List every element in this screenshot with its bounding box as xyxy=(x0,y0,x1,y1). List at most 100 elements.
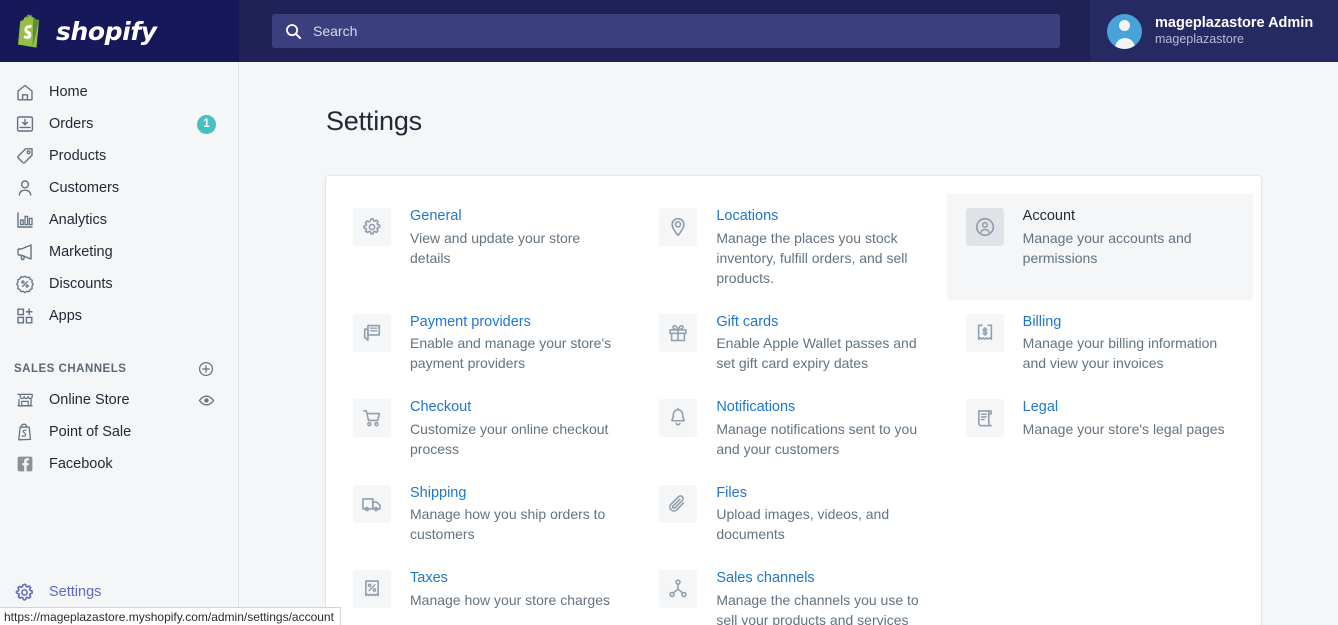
eye-icon[interactable] xyxy=(198,392,215,409)
settings-item-title: Notifications xyxy=(716,399,796,416)
settings-item-sales-channels[interactable]: Sales channels Manage the channels you u… xyxy=(640,556,946,625)
main-content: Settings General View and update your st… xyxy=(240,62,1338,625)
analytics-bars-icon xyxy=(14,210,35,231)
user-menu[interactable]: mageplazastore Admin mageplazastore xyxy=(1090,0,1338,62)
sidebar-item-label: Marketing xyxy=(49,244,113,260)
sidebar-item-apps[interactable]: Apps xyxy=(0,300,238,332)
settings-item-title: Locations xyxy=(716,208,779,224)
bell-icon xyxy=(659,399,698,438)
gear-icon xyxy=(14,582,35,603)
settings-item-billing[interactable]: Billing Manage your billing information … xyxy=(947,300,1253,386)
settings-item-legal[interactable]: Legal Manage your store's legal pages xyxy=(947,385,1253,471)
customers-person-icon xyxy=(14,178,35,199)
sidebar-item-point-of-sale[interactable]: Point of Sale xyxy=(0,416,238,448)
settings-item-text: Gift cards Enable Apple Wallet passes an… xyxy=(716,312,930,374)
settings-item-desc: Manage your accounts and permissions xyxy=(1022,229,1192,266)
paperclip-icon xyxy=(659,484,698,523)
settings-item-title: Shipping xyxy=(410,484,467,501)
settings-item-text: Account Manage your accounts and permiss… xyxy=(1023,206,1237,268)
cart-icon xyxy=(353,399,391,438)
settings-item-general[interactable]: General View and update your store detai… xyxy=(334,194,640,300)
legal-scroll-icon xyxy=(965,399,1004,438)
settings-item-title: Checkout xyxy=(410,399,472,416)
settings-item-title: Gift cards xyxy=(716,313,779,330)
settings-item-gift-cards[interactable]: Gift cards Enable Apple Wallet passes an… xyxy=(640,300,946,386)
sales-channels-node-icon xyxy=(659,570,698,609)
user-info: mageplazastore Admin mageplazastore xyxy=(1155,14,1313,48)
sidebar-item-products[interactable]: Products xyxy=(0,140,238,172)
settings-item-text: Files Upload images, videos, and documen… xyxy=(716,483,930,545)
orders-badge: 1 xyxy=(197,114,216,134)
sidebar-item-marketing[interactable]: Marketing xyxy=(0,236,238,268)
home-icon xyxy=(14,82,35,103)
search-input[interactable]: Search xyxy=(272,14,1060,48)
discounts-percent-icon xyxy=(14,274,35,295)
settings-item-text: Legal Manage your store's legal pages xyxy=(1023,397,1225,439)
settings-item-desc: Manage the channels you use to sell your… xyxy=(716,591,919,625)
settings-item-title: Billing xyxy=(1022,313,1062,330)
settings-item-notifications[interactable]: Notifications Manage notifications sent … xyxy=(640,385,946,471)
settings-item-files[interactable]: Files Upload images, videos, and documen… xyxy=(640,471,946,557)
page-title: Settings xyxy=(326,106,422,136)
settings-item-text: Locations Manage the places you stock in… xyxy=(716,206,930,288)
settings-item-desc: Manage notifications sent to you and you… xyxy=(716,420,918,457)
shopify-logo[interactable]: shopify xyxy=(0,0,239,62)
avatar-icon xyxy=(1107,13,1142,49)
settings-item-desc: View and update your store details xyxy=(410,229,581,266)
location-pin-icon xyxy=(659,208,698,246)
gear-icon xyxy=(353,208,391,246)
taxes-receipt-icon xyxy=(353,570,391,609)
settings-item-text: General View and update your store detai… xyxy=(410,206,624,268)
settings-card-container: General View and update your store detai… xyxy=(326,176,1261,625)
settings-item-taxes[interactable]: Taxes Manage how your store charges xyxy=(334,556,640,625)
plus-circle-icon[interactable] xyxy=(198,361,214,377)
truck-icon xyxy=(353,484,391,523)
settings-item-title: Sales channels xyxy=(716,570,815,587)
sidebar-item-label: Point of Sale xyxy=(49,424,132,440)
settings-item-title: General xyxy=(410,208,462,224)
top-bar-center: Search xyxy=(239,0,1090,62)
sidebar-item-label: Online Store xyxy=(49,392,130,408)
settings-item-desc: Manage your store's legal pages xyxy=(1022,420,1225,437)
user-name: mageplazastore Admin xyxy=(1155,15,1314,32)
settings-item-desc: Enable Apple Wallet passes and set gift … xyxy=(716,335,917,372)
shopify-bag-icon xyxy=(14,13,48,49)
status-bar-url: https://mageplazastore.myshopify.com/adm… xyxy=(0,607,341,625)
pos-bag-icon xyxy=(14,422,35,443)
settings-item-checkout[interactable]: Checkout Customize your online checkout … xyxy=(334,385,640,471)
settings-item-text: Payment providers Enable and manage your… xyxy=(410,312,624,374)
facebook-icon xyxy=(14,454,35,475)
gift-icon xyxy=(659,313,698,352)
settings-item-text: Checkout Customize your online checkout … xyxy=(410,397,624,459)
sidebar-settings-label: Settings xyxy=(49,584,102,600)
search-placeholder: Search xyxy=(313,23,358,39)
settings-item-text: Billing Manage your billing information … xyxy=(1023,312,1237,374)
settings-item-payment-providers[interactable]: Payment providers Enable and manage your… xyxy=(334,300,640,386)
settings-item-locations[interactable]: Locations Manage the places you stock in… xyxy=(640,194,946,300)
sidebar-item-label: Products xyxy=(49,148,107,164)
sidebar-item-label: Customers xyxy=(49,180,120,196)
settings-item-desc: Customize your online checkout process xyxy=(410,420,609,457)
sidebar-item-online-store[interactable]: Online Store xyxy=(0,384,238,416)
sidebar-item-customers[interactable]: Customers xyxy=(0,172,238,204)
settings-item-shipping[interactable]: Shipping Manage how you ship orders to c… xyxy=(334,471,640,557)
sidebar-item-discounts[interactable]: Discounts xyxy=(0,268,238,300)
shopify-wordmark: shopify xyxy=(56,16,157,46)
settings-item-title: Taxes xyxy=(410,570,448,587)
settings-item-title: Account xyxy=(1022,208,1076,224)
top-bar: shopify Search mageplazastore Admin mage… xyxy=(0,0,1338,62)
sidebar-item-label: Discounts xyxy=(49,276,113,292)
settings-item-empty-2 xyxy=(947,556,1253,625)
payment-card-icon xyxy=(353,313,391,352)
settings-item-account[interactable]: Account Manage your accounts and permiss… xyxy=(946,194,1253,300)
sales-channels-title: SALES CHANNELS xyxy=(14,363,127,375)
sidebar-item-facebook[interactable]: Facebook xyxy=(0,448,238,480)
settings-item-text: Shipping Manage how you ship orders to c… xyxy=(410,483,624,545)
orders-icon xyxy=(14,114,35,135)
sidebar-item-settings[interactable]: Settings xyxy=(0,577,239,607)
sales-channels-header: SALES CHANNELS xyxy=(0,354,238,384)
sidebar-item-home[interactable]: Home xyxy=(0,76,238,108)
sidebar-item-analytics[interactable]: Analytics xyxy=(0,204,238,236)
settings-item-empty-1 xyxy=(947,471,1253,557)
sidebar-item-orders[interactable]: Orders 1 xyxy=(0,108,238,140)
